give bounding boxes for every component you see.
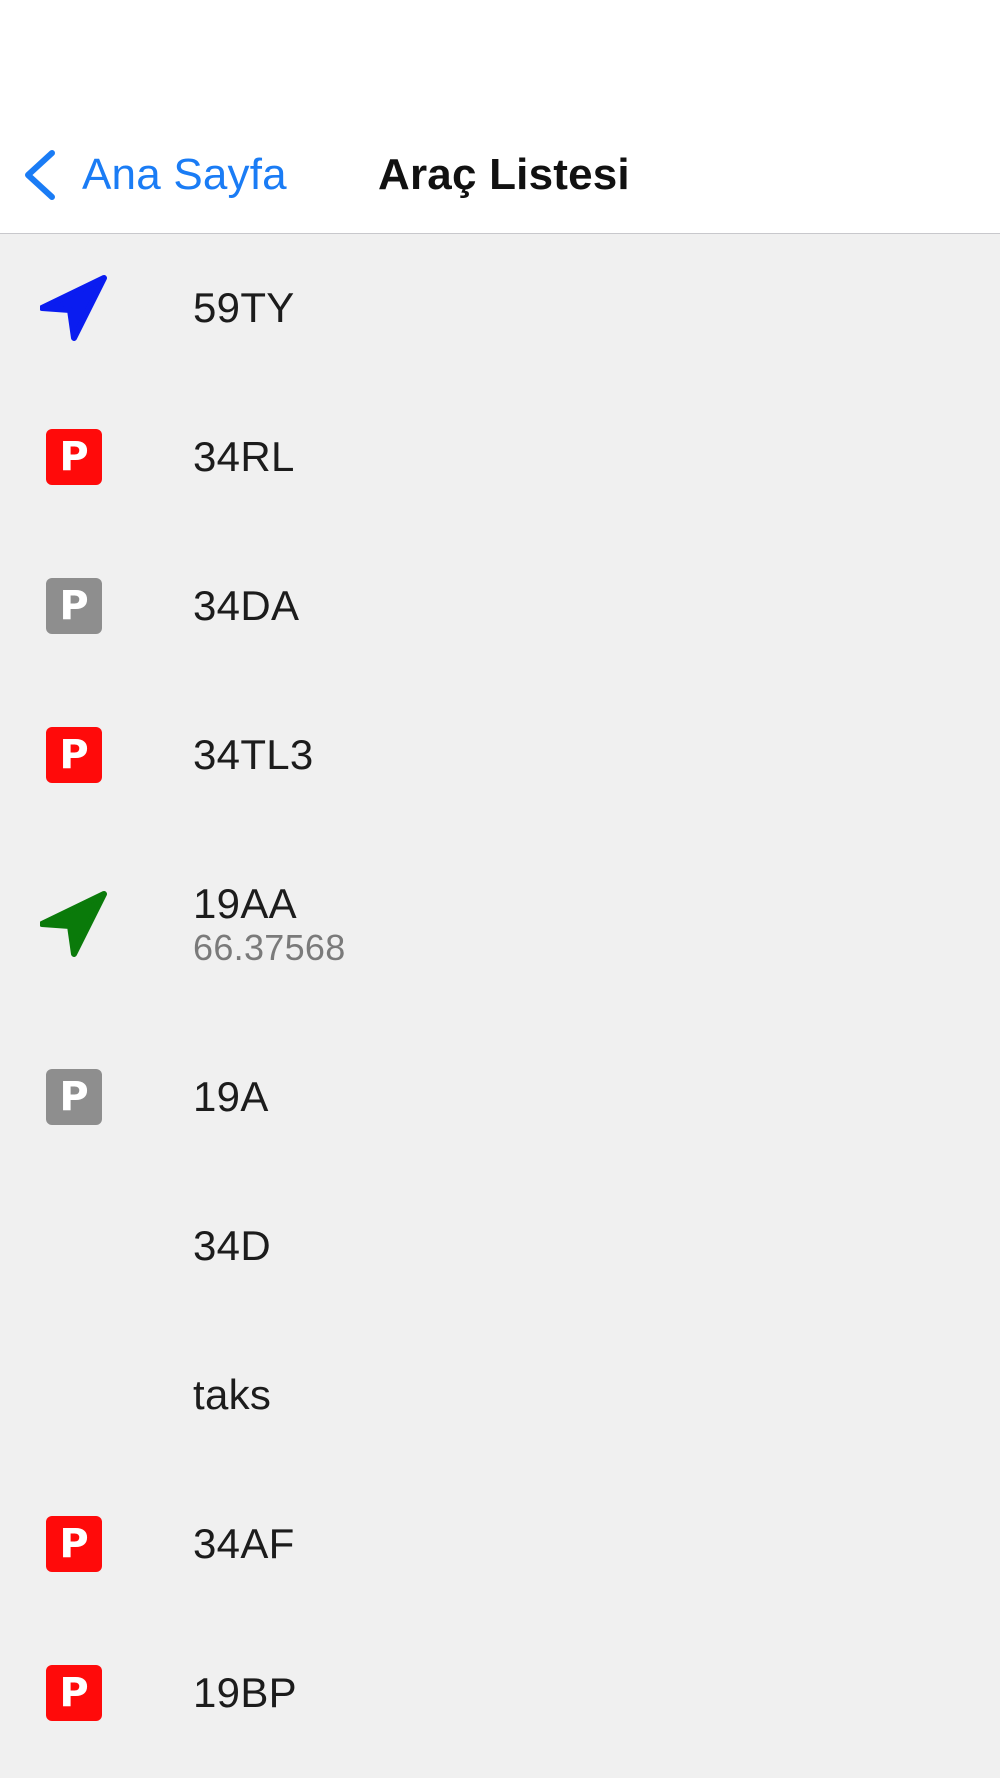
list-item[interactable]: taks bbox=[0, 1321, 1000, 1470]
list-item[interactable]: 59TY bbox=[0, 234, 1000, 383]
parking-icon: P bbox=[40, 1510, 108, 1578]
vehicle-plate: 59TY bbox=[193, 284, 295, 331]
list-item[interactable]: 19AA 66.37568 bbox=[0, 830, 1000, 1023]
vehicle-subtitle: 66.37568 bbox=[193, 927, 346, 968]
vehicle-plate: 34D bbox=[193, 1222, 271, 1269]
vehicle-plate: 19AA bbox=[193, 880, 297, 927]
list-item[interactable]: P 34AF bbox=[0, 1470, 1000, 1619]
list-item[interactable]: P 34RL bbox=[0, 383, 1000, 532]
parking-icon: P bbox=[40, 1063, 108, 1131]
navigation-arrow-icon bbox=[40, 890, 108, 958]
list-item[interactable]: 34D bbox=[0, 1172, 1000, 1321]
chevron-left-icon bbox=[20, 149, 60, 201]
vehicle-plate: 19A bbox=[193, 1073, 269, 1120]
vehicle-plate: 19BP bbox=[193, 1669, 297, 1716]
vehicle-plate: taks bbox=[193, 1371, 272, 1418]
navigation-arrow-icon bbox=[40, 274, 108, 342]
list-item[interactable]: P 19BP bbox=[0, 1619, 1000, 1768]
parking-icon: P bbox=[40, 1659, 108, 1727]
list-item[interactable]: P 34TL3 bbox=[0, 681, 1000, 830]
page-title: Araç Listesi bbox=[378, 150, 630, 199]
list-item[interactable]: P 34DA bbox=[0, 532, 1000, 681]
list-item[interactable]: P 19A bbox=[0, 1023, 1000, 1172]
parking-icon: P bbox=[40, 721, 108, 789]
vehicle-plate: 34DA bbox=[193, 582, 300, 629]
vehicle-list: 59TY P 34RL P 34DA P 34TL3 19AA 66.37568… bbox=[0, 234, 1000, 1768]
back-label: Ana Sayfa bbox=[82, 150, 287, 199]
vehicle-plate: 34TL3 bbox=[193, 731, 314, 778]
parking-icon: P bbox=[40, 423, 108, 491]
vehicle-plate: 34RL bbox=[193, 433, 295, 480]
navigation-bar: Ana Sayfa Araç Listesi bbox=[0, 0, 1000, 234]
parking-icon: P bbox=[40, 572, 108, 640]
vehicle-plate: 34AF bbox=[193, 1520, 295, 1567]
back-button[interactable]: Ana Sayfa bbox=[20, 140, 287, 210]
